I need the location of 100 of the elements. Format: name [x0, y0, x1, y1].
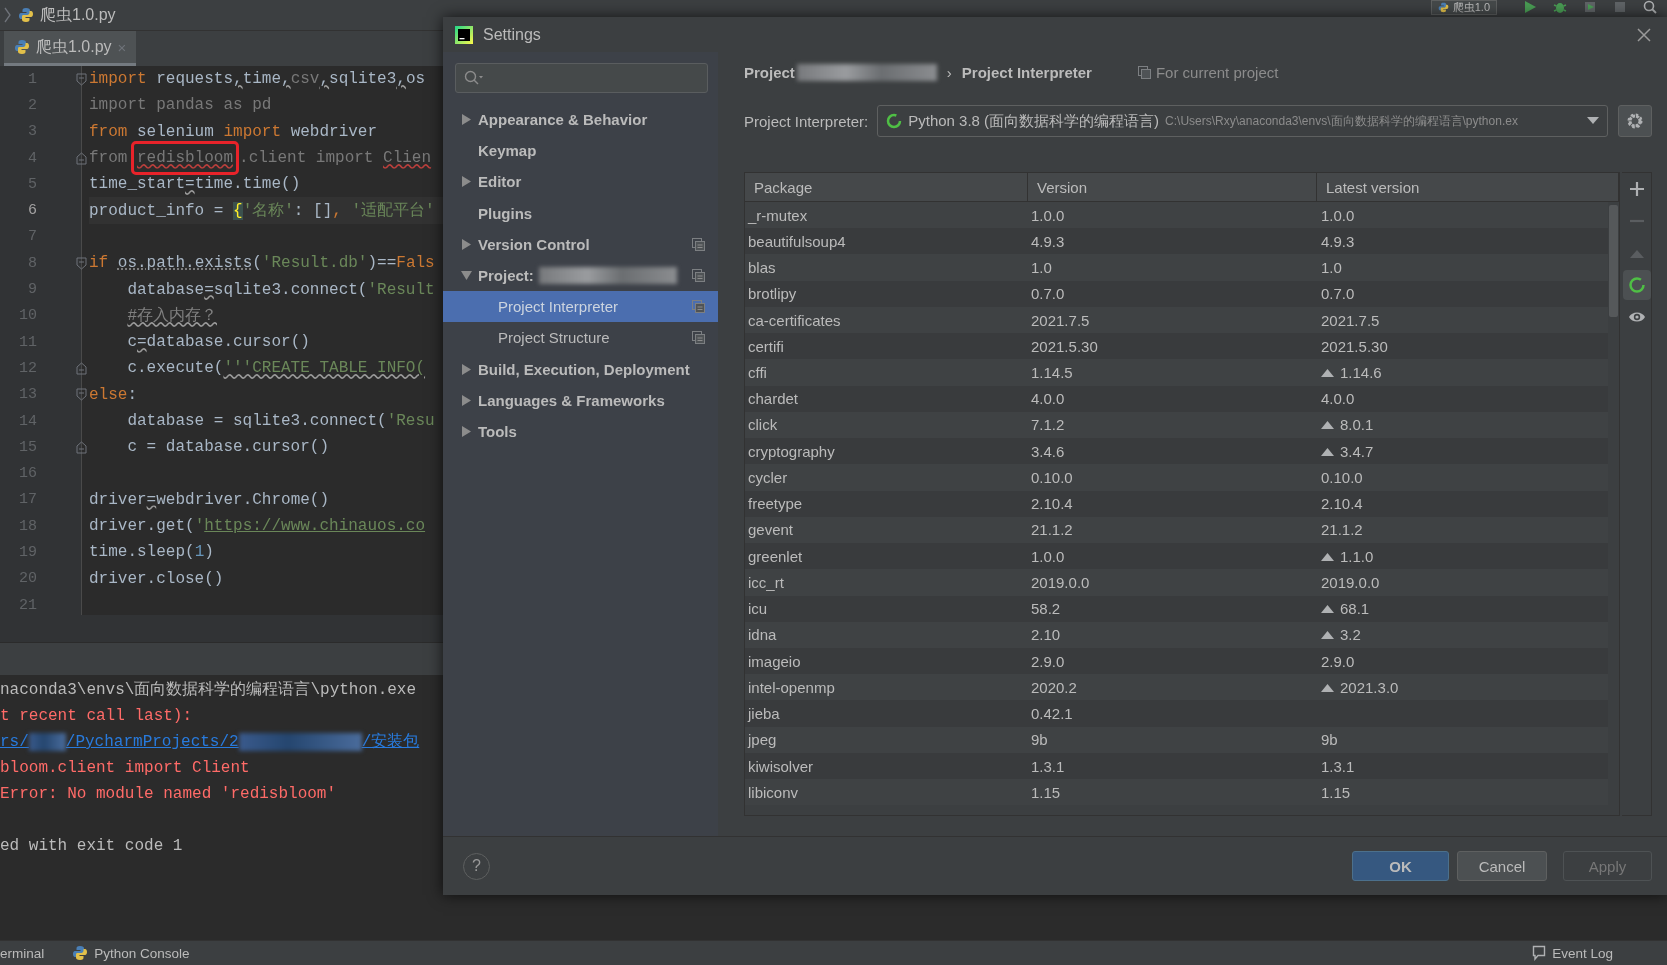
- code-line: driver=webdriver.Chrome(): [89, 489, 330, 511]
- table-cell-text: 1.15: [1030, 783, 1062, 801]
- event-log-button[interactable]: Event Log: [1532, 941, 1627, 965]
- settings-tree-item[interactable]: Project Interpreter: [443, 291, 718, 323]
- stop-icon[interactable]: [1613, 0, 1627, 14]
- table-cell-text: 21.1.2: [1030, 521, 1074, 539]
- settings-tree-item[interactable]: Build, Execution, Deployment: [443, 353, 718, 385]
- tool-window-button[interactable]: erminal: [0, 941, 59, 965]
- fold-marker-icon[interactable]: [75, 388, 87, 402]
- fold-marker-icon[interactable]: [75, 361, 87, 375]
- tool-window-button[interactable]: Python Console: [72, 941, 204, 965]
- settings-tree-item[interactable]: Project:: [443, 259, 718, 292]
- column-header[interactable]: Version: [1028, 173, 1317, 201]
- table-cell: 2019.0.0: [1321, 573, 1380, 591]
- console-line: t recent call last):: [0, 706, 193, 727]
- expand-arrow-icon[interactable]: [461, 425, 472, 437]
- expand-arrow-icon[interactable]: [461, 238, 472, 250]
- settings-tree-item[interactable]: Version Control: [443, 228, 718, 260]
- table-cell-text: 2.10.4: [1030, 495, 1074, 513]
- table-row[interactable]: imageio 2.9.0 2.9.0: [745, 648, 1608, 675]
- table-row[interactable]: chardet 4.0.0 4.0.0: [745, 385, 1608, 412]
- code-line: if os.path.exists('Result.db')==Fals: [89, 253, 435, 275]
- interpreter-dropdown[interactable]: Python 3.8 (面向数据科学的编程语言) C:\Users\Rxy\anaconda3\envs\面向数据科学的编程语言\python.ex: [877, 105, 1608, 137]
- dialog-button[interactable]: Cancel: [1457, 851, 1547, 881]
- settings-tree-item[interactable]: Editor: [443, 166, 718, 198]
- table-cell-text: 9b: [1030, 731, 1049, 749]
- table-cell: 0.7.0: [1321, 285, 1355, 303]
- file-name[interactable]: 爬虫1.0.py: [40, 4, 116, 26]
- table-row[interactable]: brotlipy 0.7.0 0.7.0: [745, 280, 1608, 307]
- table-cell-text: cffi: [747, 364, 768, 381]
- column-header[interactable]: Package: [745, 173, 1028, 201]
- table-row[interactable]: cryptography 3.4.6 3.4.7: [745, 438, 1608, 465]
- coverage-icon[interactable]: [1583, 0, 1597, 14]
- search-icon[interactable]: [1643, 0, 1657, 14]
- table-row[interactable]: greenlet 1.0.0 1.1.0: [745, 543, 1608, 570]
- table-cell: 9b: [1321, 731, 1338, 749]
- table-cell: 2.10.4: [1321, 495, 1363, 513]
- spinner-icon: [1627, 276, 1646, 294]
- settings-tree-item[interactable]: Languages & Frameworks: [443, 384, 718, 416]
- python-icon: [1437, 2, 1449, 13]
- editor-tab[interactable]: 爬虫1.0.py ×: [4, 31, 137, 66]
- gear-icon: [1626, 112, 1644, 130]
- scrollbar-thumb[interactable]: [1609, 205, 1618, 317]
- chevron-icon: [4, 7, 12, 23]
- table-row[interactable]: freetype 2.10.4 2.10.4: [745, 490, 1608, 517]
- table-cell-text: icu: [747, 600, 769, 618]
- search-field[interactable]: [455, 63, 708, 93]
- table-row[interactable]: jieba 0.42.1: [745, 700, 1608, 727]
- code-line: c.execute('''CREATE TABLE INFO(: [126, 358, 426, 380]
- file-link[interactable]: rs/ /PycharmProjects/2 /安装包: [0, 729, 420, 755]
- run-configuration-selector[interactable]: 爬虫1.0: [1430, 0, 1497, 15]
- settings-tree-item[interactable]: Project Structure: [443, 322, 718, 354]
- python-file-icon: [14, 39, 30, 55]
- search-icon: [464, 70, 484, 86]
- expand-arrow-icon[interactable]: [461, 363, 472, 375]
- code-line: else:: [89, 384, 137, 406]
- fold-marker-icon[interactable]: [75, 256, 87, 270]
- python-icon: [72, 945, 89, 961]
- table-cell: 4.9.3: [1321, 232, 1355, 250]
- dialog-title: Settings: [483, 25, 541, 44]
- table-cell-text: _r-mutex: [746, 206, 809, 224]
- table-cell-text: 4.0.0: [1030, 390, 1066, 408]
- table-cell: 1.3.1: [1321, 757, 1355, 775]
- table-cell: 21.1.2: [1321, 521, 1363, 539]
- table-cell: 1.14.6: [1340, 364, 1382, 381]
- table-cell-text: intel-openmp: [747, 678, 836, 696]
- run-icon[interactable]: [1523, 0, 1537, 14]
- fold-marker-icon[interactable]: [75, 72, 87, 86]
- table-row[interactable]: icu 58.2 68.1: [745, 595, 1608, 622]
- close-icon[interactable]: [1637, 28, 1651, 42]
- code-line: time.sleep(1): [89, 542, 214, 564]
- primary-button[interactable]: OK: [1352, 851, 1449, 881]
- code-line: time_start=time.time(): [89, 174, 301, 196]
- expand-arrow-icon[interactable]: [461, 114, 472, 126]
- help-button[interactable]: ?: [463, 852, 490, 880]
- table-cell: 2021.7.5: [1321, 311, 1380, 329]
- copy-icon: [1137, 65, 1151, 79]
- debug-icon[interactable]: [1553, 0, 1567, 14]
- table-row[interactable]: certifi 2021.5.30 2021.5.30: [745, 333, 1608, 360]
- settings-tree-item[interactable]: Keymap: [443, 135, 718, 167]
- table-row[interactable]: beautifulsoup4 4.9.3 4.9.3: [745, 228, 1608, 255]
- fold-marker-icon[interactable]: [75, 151, 87, 165]
- column-header[interactable]: Latest version: [1317, 173, 1619, 201]
- collapse-arrow-icon[interactable]: [461, 270, 472, 282]
- breadcrumb-item[interactable]: Project Interpreter: [961, 63, 1092, 81]
- settings-tree-item[interactable]: Tools: [443, 415, 718, 448]
- expand-arrow-icon[interactable]: [461, 394, 472, 406]
- settings-tree-item[interactable]: Appearance & Behavior: [443, 104, 718, 136]
- expand-arrow-icon[interactable]: [461, 176, 472, 188]
- breadcrumb-separator: ›: [946, 63, 952, 81]
- caret-icon: [1587, 117, 1599, 125]
- table-cell: 1.0.0: [1321, 206, 1355, 224]
- table-row[interactable]: kiwisolver 1.3.1 1.3.1: [745, 752, 1608, 780]
- table-cell-text: 1.3.1: [1030, 757, 1066, 775]
- refresh-button[interactable]: [1622, 270, 1651, 300]
- settings-button[interactable]: [1618, 105, 1652, 137]
- table-cell-text: 1.0.0: [1030, 547, 1066, 565]
- fold-marker-icon[interactable]: [75, 440, 87, 454]
- code-line: #存入内存？: [126, 306, 217, 328]
- spinner-icon: [886, 113, 903, 129]
